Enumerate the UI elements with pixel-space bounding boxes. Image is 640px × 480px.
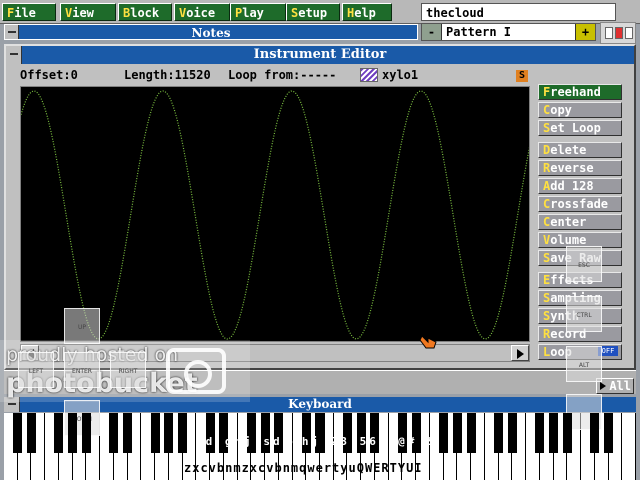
pattern-label[interactable]: Pattern I [446, 24, 511, 40]
editor-close-button[interactable] [6, 46, 22, 64]
pattern-prev-button[interactable]: - [422, 24, 442, 40]
set-loop-button[interactable]: Set Loop [538, 120, 622, 136]
touch-enter-button[interactable]: ENTER [64, 352, 100, 388]
lower-key-hints: zxcvbnmzxcvbnmqwertyuQWERTYUI [184, 461, 423, 475]
crossfade-button[interactable]: Crossfade [538, 196, 622, 212]
scroll-right-button[interactable] [511, 345, 529, 361]
black-key[interactable] [590, 413, 600, 453]
menu-block[interactable]: Block [118, 3, 172, 21]
all-button-label: All [609, 379, 631, 393]
instrument-icon [360, 68, 378, 82]
black-key[interactable] [13, 413, 23, 453]
black-key[interactable] [452, 413, 462, 453]
black-key[interactable] [109, 413, 119, 453]
menu-play[interactable]: Play [230, 3, 286, 21]
touch-alt-button[interactable]: ALT [566, 346, 602, 382]
menu-setup[interactable]: Setup [286, 3, 340, 21]
button-label: reehand [550, 85, 601, 99]
black-key[interactable] [178, 413, 188, 453]
menu-label: lay [242, 6, 264, 20]
pattern-next-button[interactable]: + [575, 24, 595, 40]
touch-up-button[interactable]: UP [64, 308, 100, 344]
offset-readout: Offset:0 [20, 68, 78, 82]
arrow-right-icon [517, 349, 524, 359]
notes-window-titlebar[interactable]: Notes [4, 24, 418, 40]
button-label: enter [550, 215, 587, 229]
menu-label: ile [14, 6, 36, 20]
button-label: et Loop [550, 121, 601, 135]
black-key[interactable] [466, 413, 476, 453]
instrument-editor-titlebar[interactable]: Instrument Editor [6, 46, 634, 64]
button-label: elete [550, 143, 587, 157]
reverse-button[interactable]: Reverse [538, 160, 622, 176]
menu-file[interactable]: File [2, 3, 56, 21]
copy-button[interactable]: Copy [538, 102, 622, 118]
black-key[interactable] [150, 413, 160, 453]
menu-voice[interactable]: Voice [174, 3, 230, 21]
menu-label: elp [354, 6, 376, 20]
menu-bar: File View Block Voice Play Setup Help thecloud [0, 0, 640, 24]
black-key[interactable] [68, 413, 78, 453]
song-name-field[interactable]: thecloud [421, 3, 616, 21]
black-key[interactable] [81, 413, 91, 453]
black-key[interactable] [439, 413, 449, 453]
black-key[interactable] [507, 413, 517, 453]
black-key[interactable] [603, 413, 614, 453]
length-readout: Length:11520 [124, 68, 211, 82]
menu-label: etup [298, 6, 328, 20]
add-128-button[interactable]: Add 128 [538, 178, 622, 194]
delete-button[interactable]: Delete [538, 142, 622, 158]
menu-label: iew [72, 6, 94, 20]
freehand-button[interactable]: Freehand [538, 84, 622, 100]
menu-label: oice [186, 6, 216, 20]
button-label: opy [550, 103, 572, 117]
black-key[interactable] [535, 413, 545, 453]
black-key[interactable] [54, 413, 64, 453]
play-icon [600, 382, 606, 390]
button-label: dd 128 [550, 179, 594, 193]
notes-title: Notes [191, 26, 231, 40]
editor-title: Instrument Editor [253, 47, 387, 62]
center-button[interactable]: Center [538, 214, 622, 230]
touch-esc-button[interactable]: ESC [566, 246, 602, 282]
button-label: olume [550, 233, 587, 247]
button-label: everse [550, 161, 594, 175]
black-key[interactable] [26, 413, 36, 453]
sample-badge[interactable]: S [516, 70, 528, 82]
notes-close-button[interactable] [5, 25, 19, 39]
button-label: rossfade [550, 197, 609, 211]
pattern-selector: - Pattern I + [421, 23, 596, 41]
waveform-trace [21, 90, 529, 340]
keyboard-title: Keyboard [288, 397, 352, 411]
touch-left-button[interactable]: LEFT [18, 352, 54, 388]
touch-right-button[interactable]: RIGHT [110, 352, 146, 388]
black-key[interactable] [562, 413, 572, 453]
menu-help[interactable]: Help [342, 3, 392, 21]
black-key[interactable] [164, 413, 174, 453]
instrument-name[interactable]: xylo1 [382, 68, 418, 82]
piano-roll-icon[interactable] [600, 22, 636, 44]
white-key[interactable] [622, 413, 636, 480]
black-key[interactable] [494, 413, 504, 453]
loop-from-readout: Loop from:----- [228, 68, 337, 82]
black-key[interactable] [549, 413, 559, 453]
hand-cursor-icon [419, 335, 437, 349]
menu-view[interactable]: View [60, 3, 116, 21]
waveform-display[interactable] [20, 86, 530, 342]
touch-ctrl-button[interactable]: CTRL [566, 296, 602, 332]
camera-icon [166, 348, 226, 394]
upper-key-hints: sd ghj sd ghj 23 567 @# & [196, 435, 437, 448]
black-key[interactable] [123, 413, 133, 453]
menu-label: lock [130, 6, 160, 20]
